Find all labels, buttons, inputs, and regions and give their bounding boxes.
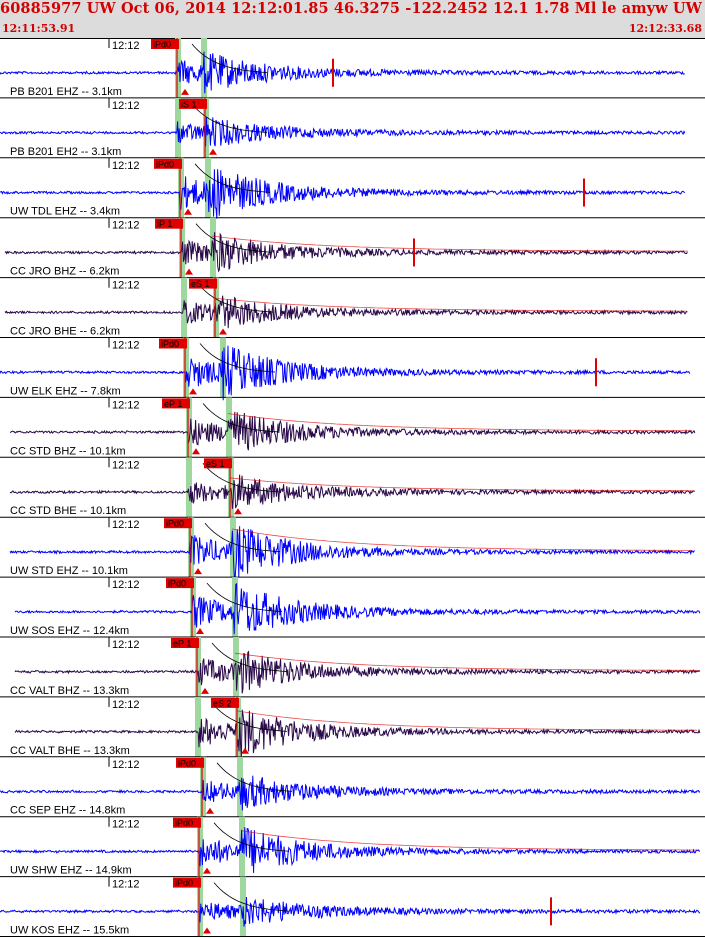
pick-marker xyxy=(194,568,202,575)
station-label: CC SEP EHZ -- 14.8km xyxy=(10,805,125,817)
station-label: CC STD BHZ -- 10.1km xyxy=(10,445,126,457)
station-label: CC VALT BHZ -- 13.3km xyxy=(10,685,129,697)
coda-envelope xyxy=(234,652,699,671)
waveform xyxy=(0,116,686,147)
pick-label: iPd0 xyxy=(153,40,171,50)
pick-marker xyxy=(206,807,214,814)
start-time: 12:11:53.91 xyxy=(2,22,76,35)
pick-marker xyxy=(234,508,242,515)
time-tick-label: 12:12 xyxy=(112,40,140,52)
coda-envelope xyxy=(227,413,692,432)
station-label: UW SHW EHZ -- 14.9km xyxy=(10,865,132,877)
pick-label: eP 1 xyxy=(164,399,182,409)
pick-label: eS 2 xyxy=(213,698,232,708)
station-label: UW TDL EHZ -- 3.4km xyxy=(10,206,120,218)
pick-marker xyxy=(189,388,197,395)
event-title: 60885977 UW Oct 06, 2014 12:12:01.85 46.… xyxy=(0,0,705,17)
pick-label: iPd0 xyxy=(175,818,193,828)
time-tick-label: 12:12 xyxy=(112,220,140,232)
trace-row: 12:12 eP 1 CC STD BHZ -- 10.1km xyxy=(0,397,705,458)
pick-marker xyxy=(219,328,227,335)
coda-envelope xyxy=(229,477,694,492)
pick-label: iPd0 xyxy=(161,339,179,349)
waveform xyxy=(9,474,695,509)
trace-row: 12:12 iPd0 UW SHW EHZ -- 14.9km xyxy=(0,816,705,878)
pick-label: iPd0 xyxy=(168,579,186,589)
trace-row: 12:12 iPd0 UW STD EHZ -- 10.1km xyxy=(0,517,705,582)
pick-marker xyxy=(192,448,200,455)
pick-label: iPd0 xyxy=(156,159,174,169)
time-tick-label: 12:12 xyxy=(112,340,140,352)
station-label: PB B201 EHZ -- 3.1km xyxy=(10,86,122,98)
pick-label: iPd0 xyxy=(166,519,184,529)
pick-marker xyxy=(241,747,249,754)
trace-row: 12:12 iPd0 PB B201 EHZ -- 3.1km xyxy=(0,38,705,99)
p-window-band xyxy=(195,696,201,757)
pick-marker xyxy=(181,88,189,95)
trace-row: 12:12 iS 1 PB B201 EH2 -- 3.1km xyxy=(0,97,705,159)
time-tick-label: 12:12 xyxy=(112,399,140,411)
pick-label: iP 1 xyxy=(157,219,172,229)
trace-row: 12:12 iPd0 UW TDL EHZ -- 3.4km xyxy=(0,157,705,219)
pick-label: iPd0 xyxy=(178,758,196,768)
station-label: UW ELK EHZ -- 7.8km xyxy=(10,385,121,397)
time-tick-label: 12:12 xyxy=(112,819,140,831)
trace-row: 12:12 iPd0 UW SOS EHZ -- 12.4km xyxy=(0,577,705,638)
station-label: PB B201 EH2 -- 3.1km xyxy=(10,146,121,158)
trace-row: 12:12 eS 1 CC STD BHE -- 10.1km xyxy=(0,457,705,518)
decay-curve xyxy=(216,762,293,792)
time-tick-label: 12:12 xyxy=(112,280,140,292)
trace-row: 12:12 eS 1 CC JRO BHE -- 6.2km xyxy=(0,277,705,338)
pick-marker xyxy=(203,867,211,874)
station-label: CC JRO BHZ -- 6.2km xyxy=(10,266,119,278)
time-tick-label: 12:12 xyxy=(112,879,140,891)
trace-row: 12:12 eS 2 CC VALT BHE -- 13.3km xyxy=(0,696,705,758)
station-label: UW SOS EHZ -- 12.4km xyxy=(10,625,129,637)
station-label: CC STD BHE -- 10.1km xyxy=(10,505,126,517)
end-time: 12:12:33.68 xyxy=(628,22,702,35)
pick-label: iS 1 xyxy=(181,99,197,109)
time-tick-label: 12:12 xyxy=(112,699,140,711)
station-label: UW KOS EHZ -- 15.5km xyxy=(10,925,129,937)
time-tick-label: 12:12 xyxy=(112,160,140,172)
pick-label: eS 1 xyxy=(191,279,210,289)
time-tick-label: 12:12 xyxy=(112,519,140,531)
trace-row: 12:12 iPd0 UW KOS EHZ -- 15.5km xyxy=(0,876,705,937)
trace-row: 12:12 iPd0 CC SEP EHZ -- 14.8km xyxy=(0,756,705,818)
seismogram-panel: 12:12 iPd0 PB B201 EHZ -- 3.1km 12:12 iS 1 PB… xyxy=(0,38,705,937)
station-label: CC VALT BHE -- 13.3km xyxy=(10,745,130,757)
pick-marker xyxy=(184,208,192,215)
trace-row: 12:12 eP 1 CC VALT BHZ -- 13.3km xyxy=(0,637,705,698)
time-tick-label: 12:12 xyxy=(112,759,140,771)
event-header: 60885977 UW Oct 06, 2014 12:12:01.85 46.… xyxy=(0,0,705,38)
pick-label: eS 1 xyxy=(206,459,225,469)
time-tick-label: 12:12 xyxy=(112,579,140,591)
time-tick-label: 12:12 xyxy=(112,459,140,471)
time-tick-label: 12:12 xyxy=(112,639,140,651)
pick-marker xyxy=(203,927,211,934)
waveform xyxy=(4,295,688,329)
pick-label: iPd0 xyxy=(175,878,193,888)
pick-label: eP 1 xyxy=(173,639,191,649)
pick-marker xyxy=(185,268,193,275)
trace-row: 12:12 iPd0 UW ELK EHZ -- 7.8km xyxy=(0,337,705,401)
pick-marker xyxy=(196,628,204,634)
trace-row: 12:12 iP 1 CC JRO BHZ -- 6.2km xyxy=(0,217,705,279)
pick-marker xyxy=(209,148,217,155)
pick-marker xyxy=(201,687,209,694)
waveform xyxy=(0,896,701,927)
station-label: UW STD EHZ -- 10.1km xyxy=(10,565,128,577)
station-label: CC JRO BHE -- 6.2km xyxy=(10,326,120,338)
time-tick-label: 12:12 xyxy=(112,100,140,112)
